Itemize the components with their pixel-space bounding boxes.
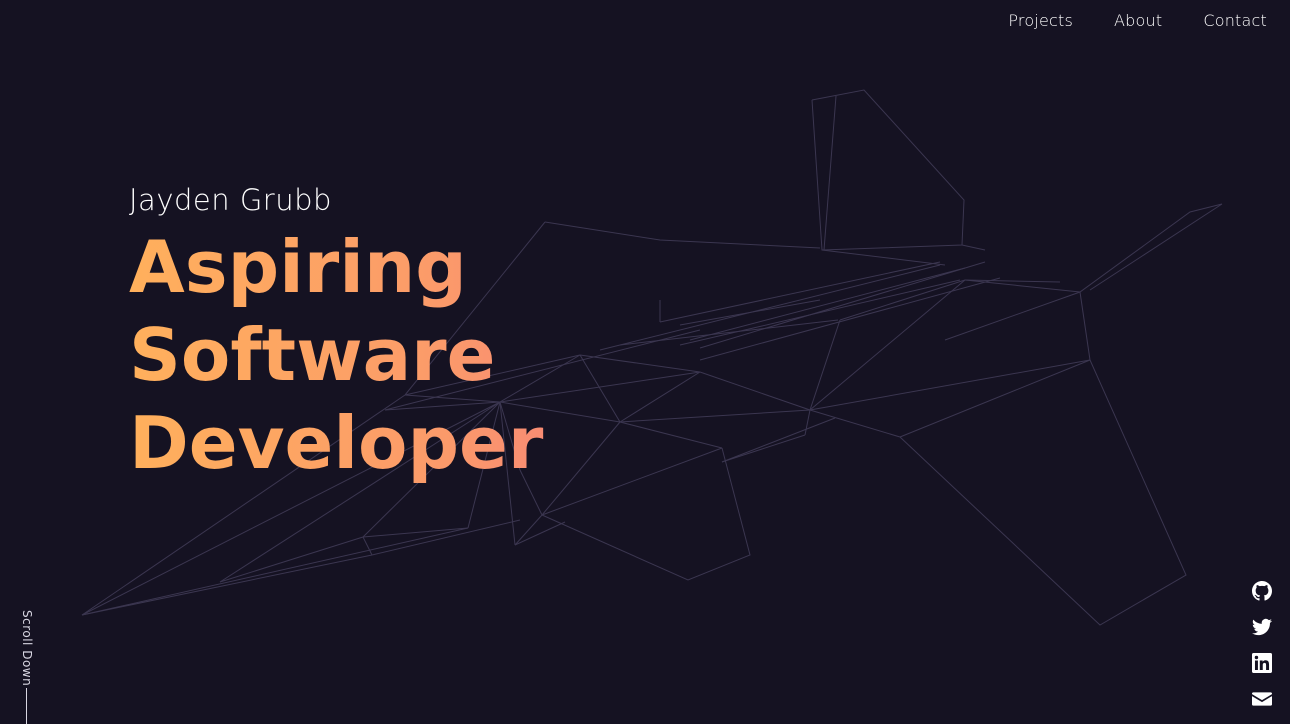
hero-name: Jayden Grubb [129, 183, 332, 217]
hero-section: Jayden Grubb Aspiring Software Developer [129, 183, 829, 487]
nav-link-projects[interactable]: Projects [1008, 11, 1073, 30]
main-nav: Projects About Contact [1008, 11, 1267, 30]
github-icon[interactable] [1252, 581, 1272, 601]
page: Projects About Contact Jayden Grubb Aspi… [0, 0, 1290, 724]
scroll-down-label: Scroll Down [20, 610, 34, 687]
hero-headline: Aspiring Software Developer [129, 223, 829, 487]
linkedin-icon[interactable] [1252, 653, 1272, 673]
social-links [1252, 581, 1272, 709]
twitter-icon[interactable] [1252, 617, 1272, 637]
scroll-down-line [26, 688, 27, 724]
nav-link-contact[interactable]: Contact [1203, 11, 1267, 30]
nav-link-about[interactable]: About [1114, 11, 1162, 30]
mail-icon[interactable] [1252, 689, 1272, 709]
scroll-down-indicator[interactable]: Scroll Down [17, 610, 37, 724]
